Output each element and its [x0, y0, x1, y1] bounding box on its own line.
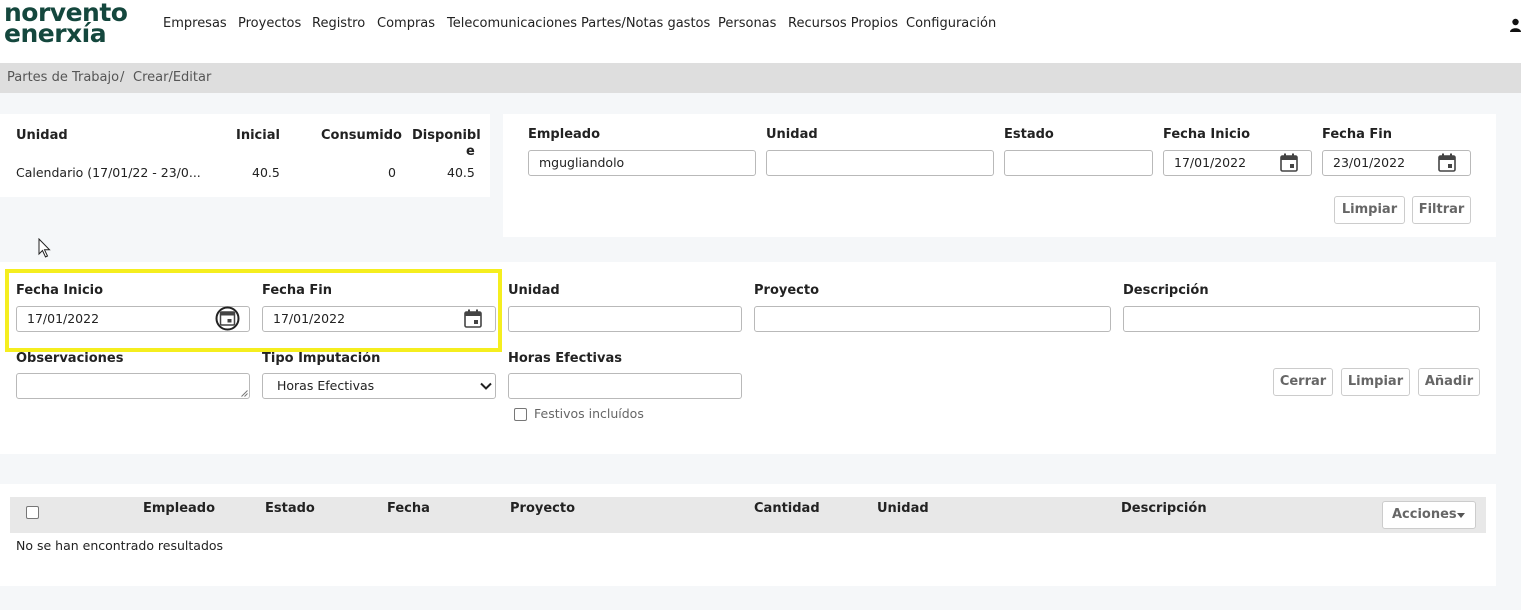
user-icon[interactable]: [1510, 18, 1521, 32]
filter-empleado-label: Empleado: [528, 127, 601, 142]
form-descripcion-input[interactable]: [1123, 306, 1480, 332]
filter-fecha-fin-label: Fecha Fin: [1322, 127, 1393, 142]
form-observaciones-textarea[interactable]: [16, 373, 250, 399]
form-descripcion-label: Descripción: [1123, 283, 1209, 298]
filter-unidad-input[interactable]: [766, 150, 994, 176]
balance-panel: Unidad Inicial Consumido Disponibl e Cal…: [0, 114, 490, 197]
nav-item-telecomunicaciones[interactable]: Telecomunicaciones: [447, 16, 577, 31]
balance-header-consumido: Consumido: [321, 128, 402, 143]
filter-fecha-fin-calendar-icon[interactable]: [1438, 153, 1456, 172]
filter-estado-input[interactable]: [1004, 150, 1153, 176]
nav-item-personas[interactable]: Personas: [718, 16, 776, 31]
nav-item-empresas[interactable]: Empresas: [163, 16, 227, 31]
brand-logo[interactable]: norvento enerxía: [4, 0, 128, 46]
acciones-label: Acciones: [1392, 507, 1457, 522]
table-header-unidad[interactable]: Unidad: [877, 501, 929, 516]
table-header-estado[interactable]: Estado: [265, 501, 315, 516]
form-tipo-imputacion-value: Horas Efectivas: [277, 378, 375, 393]
filter-fecha-inicio-label: Fecha Inicio: [1163, 127, 1251, 142]
nav-item-registro[interactable]: Registro: [312, 16, 365, 31]
form-limpiar-button[interactable]: Limpiar: [1341, 368, 1410, 396]
filter-unidad-label: Unidad: [766, 127, 818, 142]
form-festivos-label: Festivos incluídos: [534, 406, 644, 421]
table-header: [10, 497, 1486, 533]
mouse-cursor-icon: [38, 238, 51, 258]
balance-row-inicial: 40.5: [252, 165, 280, 180]
highlight-box: [5, 269, 502, 352]
filter-filtrar-button[interactable]: Filtrar: [1412, 196, 1471, 224]
nav-item-configuracion[interactable]: Configuración: [906, 16, 996, 31]
form-unidad-input[interactable]: [508, 306, 742, 332]
form-festivos-checkbox[interactable]: [514, 408, 527, 421]
results-panel: Empleado Estado Fecha Proyecto Cantidad …: [0, 484, 1496, 586]
balance-row-consumido: 0: [388, 165, 396, 180]
form-observaciones-label: Observaciones: [16, 351, 124, 366]
balance-row-disponible: 40.5: [447, 165, 475, 180]
breadcrumb-item-partes[interactable]: Partes de Trabajo: [7, 70, 119, 85]
balance-header-inicial: Inicial: [236, 128, 280, 143]
table-header-cantidad[interactable]: Cantidad: [754, 501, 820, 516]
balance-header-unidad: Unidad: [16, 128, 68, 143]
filter-empleado-input[interactable]: mgugliandolo: [528, 150, 756, 176]
form-proyecto-label: Proyecto: [754, 283, 820, 298]
table-empty-message: No se han encontrado resultados: [16, 538, 224, 553]
balance-row-unidad: Calendario (17/01/22 - 23/0...: [16, 165, 201, 180]
form-cerrar-button[interactable]: Cerrar: [1273, 368, 1333, 396]
table-header-empleado[interactable]: Empleado: [143, 501, 215, 516]
breadcrumb-separator: /: [120, 70, 125, 85]
nav-item-proyectos[interactable]: Proyectos: [238, 16, 301, 31]
table-header-fecha[interactable]: Fecha: [387, 501, 430, 516]
breadcrumb: Partes de Trabajo / Crear/Editar: [0, 63, 1521, 93]
form-unidad-label: Unidad: [508, 283, 560, 298]
table-select-all-checkbox[interactable]: [26, 506, 39, 519]
filter-panel: Empleado mgugliandolo Unidad Estado Fech…: [503, 114, 1496, 237]
table-header-proyecto[interactable]: Proyecto: [510, 501, 575, 516]
filter-estado-label: Estado: [1004, 127, 1054, 142]
table-header-descripcion[interactable]: Descripción: [1121, 501, 1207, 516]
nav-item-recursos-propios[interactable]: Recursos Propios: [788, 16, 898, 31]
breadcrumb-item-crear-editar: Crear/Editar: [133, 70, 212, 85]
form-horas-efectivas-label: Horas Efectivas: [508, 351, 622, 366]
balance-header-disponible-wrap: e: [466, 144, 475, 159]
form-horas-efectivas-input[interactable]: [508, 373, 742, 399]
filter-fecha-inicio-calendar-icon[interactable]: [1280, 153, 1298, 172]
resize-handle-icon[interactable]: [241, 390, 248, 397]
nav-item-partes-notas-gastos[interactable]: Partes/Notas gastos: [581, 16, 710, 31]
form-tipo-imputacion-label: Tipo Imputación: [262, 351, 381, 366]
filter-limpiar-button[interactable]: Limpiar: [1334, 196, 1405, 224]
nav-item-compras[interactable]: Compras: [377, 16, 435, 31]
form-tipo-imputacion-select[interactable]: Horas Efectivas: [262, 373, 496, 399]
acciones-caret-icon: [1457, 513, 1465, 518]
form-anadir-button[interactable]: Añadir: [1418, 368, 1480, 396]
balance-header-disponible: Disponibl: [412, 128, 481, 143]
chevron-down-icon: [480, 382, 492, 390]
top-navbar: norvento enerxía Empresas Proyectos Regi…: [0, 0, 1521, 63]
form-proyecto-input[interactable]: [754, 306, 1111, 332]
